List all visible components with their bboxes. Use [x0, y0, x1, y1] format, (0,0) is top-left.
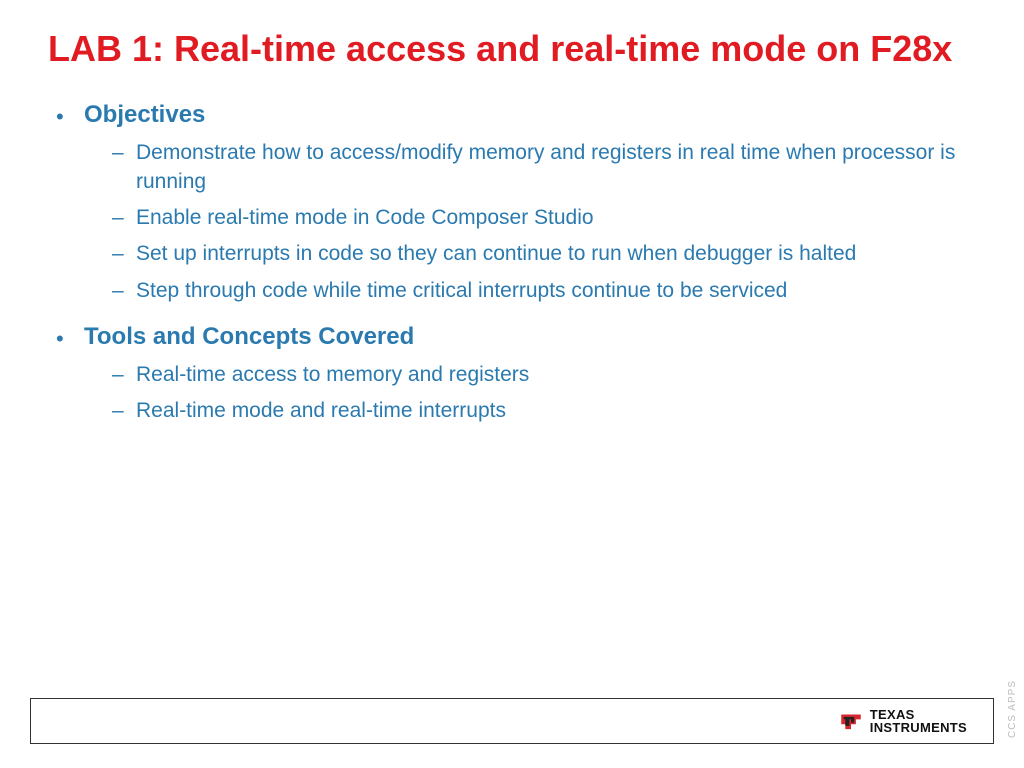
list-item: – Real-time access to memory and registe…	[112, 361, 976, 389]
item-text: Real-time access to memory and registers	[136, 361, 529, 389]
side-label: CCS APPS	[1007, 680, 1018, 738]
item-text: Set up interrupts in code so they can co…	[136, 240, 856, 268]
list-item: – Set up interrupts in code so they can …	[112, 240, 976, 268]
brand-line2: INSTRUMENTS	[870, 721, 967, 734]
sub-list: – Demonstrate how to access/modify memor…	[56, 139, 976, 305]
dash-icon: –	[112, 279, 136, 303]
item-text: Real-time mode and real-time interrupts	[136, 397, 506, 425]
section-header: • Objectives	[56, 101, 976, 129]
section-tools: • Tools and Concepts Covered – Real-time…	[56, 323, 976, 426]
section-heading: Tools and Concepts Covered	[84, 323, 414, 351]
section-heading: Objectives	[84, 101, 205, 129]
list-item: – Real-time mode and real-time interrupt…	[112, 397, 976, 425]
section-header: • Tools and Concepts Covered	[56, 323, 976, 351]
section-objectives: • Objectives – Demonstrate how to access…	[56, 101, 976, 305]
list-item: – Demonstrate how to access/modify memor…	[112, 139, 976, 196]
item-text: Enable real-time mode in Code Composer S…	[136, 204, 594, 232]
list-item: – Enable real-time mode in Code Composer…	[112, 204, 976, 232]
ti-logo: TEXAS INSTRUMENTS	[838, 708, 967, 734]
bullet-icon: •	[56, 106, 84, 128]
footer-bar: TEXAS INSTRUMENTS	[30, 698, 994, 744]
slide-content: • Objectives – Demonstrate how to access…	[48, 101, 976, 425]
bullet-icon: •	[56, 328, 84, 350]
list-item: – Step through code while time critical …	[112, 277, 976, 305]
item-text: Demonstrate how to access/modify memory …	[136, 139, 976, 196]
dash-icon: –	[112, 206, 136, 230]
dash-icon: –	[112, 242, 136, 266]
dash-icon: –	[112, 363, 136, 387]
dash-icon: –	[112, 141, 136, 165]
dash-icon: –	[112, 399, 136, 423]
slide: LAB 1: Real-time access and real-time mo…	[0, 0, 1024, 768]
slide-title: LAB 1: Real-time access and real-time mo…	[48, 28, 976, 69]
ti-chip-icon	[838, 708, 864, 734]
sub-list: – Real-time access to memory and registe…	[56, 361, 976, 426]
ti-text: TEXAS INSTRUMENTS	[870, 708, 967, 734]
item-text: Step through code while time critical in…	[136, 277, 787, 305]
